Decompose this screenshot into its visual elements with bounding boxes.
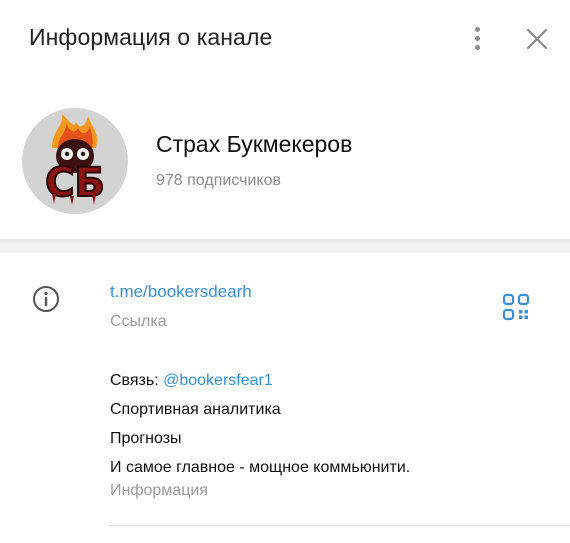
subscriber-count: 978 подписчиков (156, 172, 281, 189)
channel-description: Связь: @bookersfear1 Спортивная аналитик… (110, 366, 410, 482)
bottom-divider (108, 525, 570, 526)
panel-title: Информация о канале (29, 24, 273, 50)
info-icon (31, 284, 61, 314)
description-line: Прогнозы (110, 430, 182, 447)
contact-prefix: Связь: (110, 372, 164, 389)
description-line: Спортивная аналитика (110, 401, 281, 418)
panel-header: Информация о канале (0, 0, 570, 80)
close-icon[interactable] (522, 24, 552, 54)
description-line: И самое главное - мощное коммьюнити. (110, 459, 411, 476)
contact-line: Связь: @bookersfear1 (110, 366, 410, 395)
kebab-menu-icon[interactable] (465, 24, 489, 54)
channel-profile: CБ Страх Букмекеров 978 подписчиков (0, 100, 570, 230)
description-caption: Информация (110, 482, 208, 499)
channel-link[interactable]: t.me/bookersdearh (110, 282, 252, 302)
section-divider (0, 239, 570, 253)
qr-code-icon[interactable] (502, 293, 530, 321)
contact-mention-link[interactable]: @bookersfear1 (163, 372, 273, 389)
channel-avatar[interactable]: CБ (22, 108, 128, 214)
link-caption: Ссылка (110, 313, 167, 330)
channel-name: Страх Букмекеров (156, 131, 353, 157)
